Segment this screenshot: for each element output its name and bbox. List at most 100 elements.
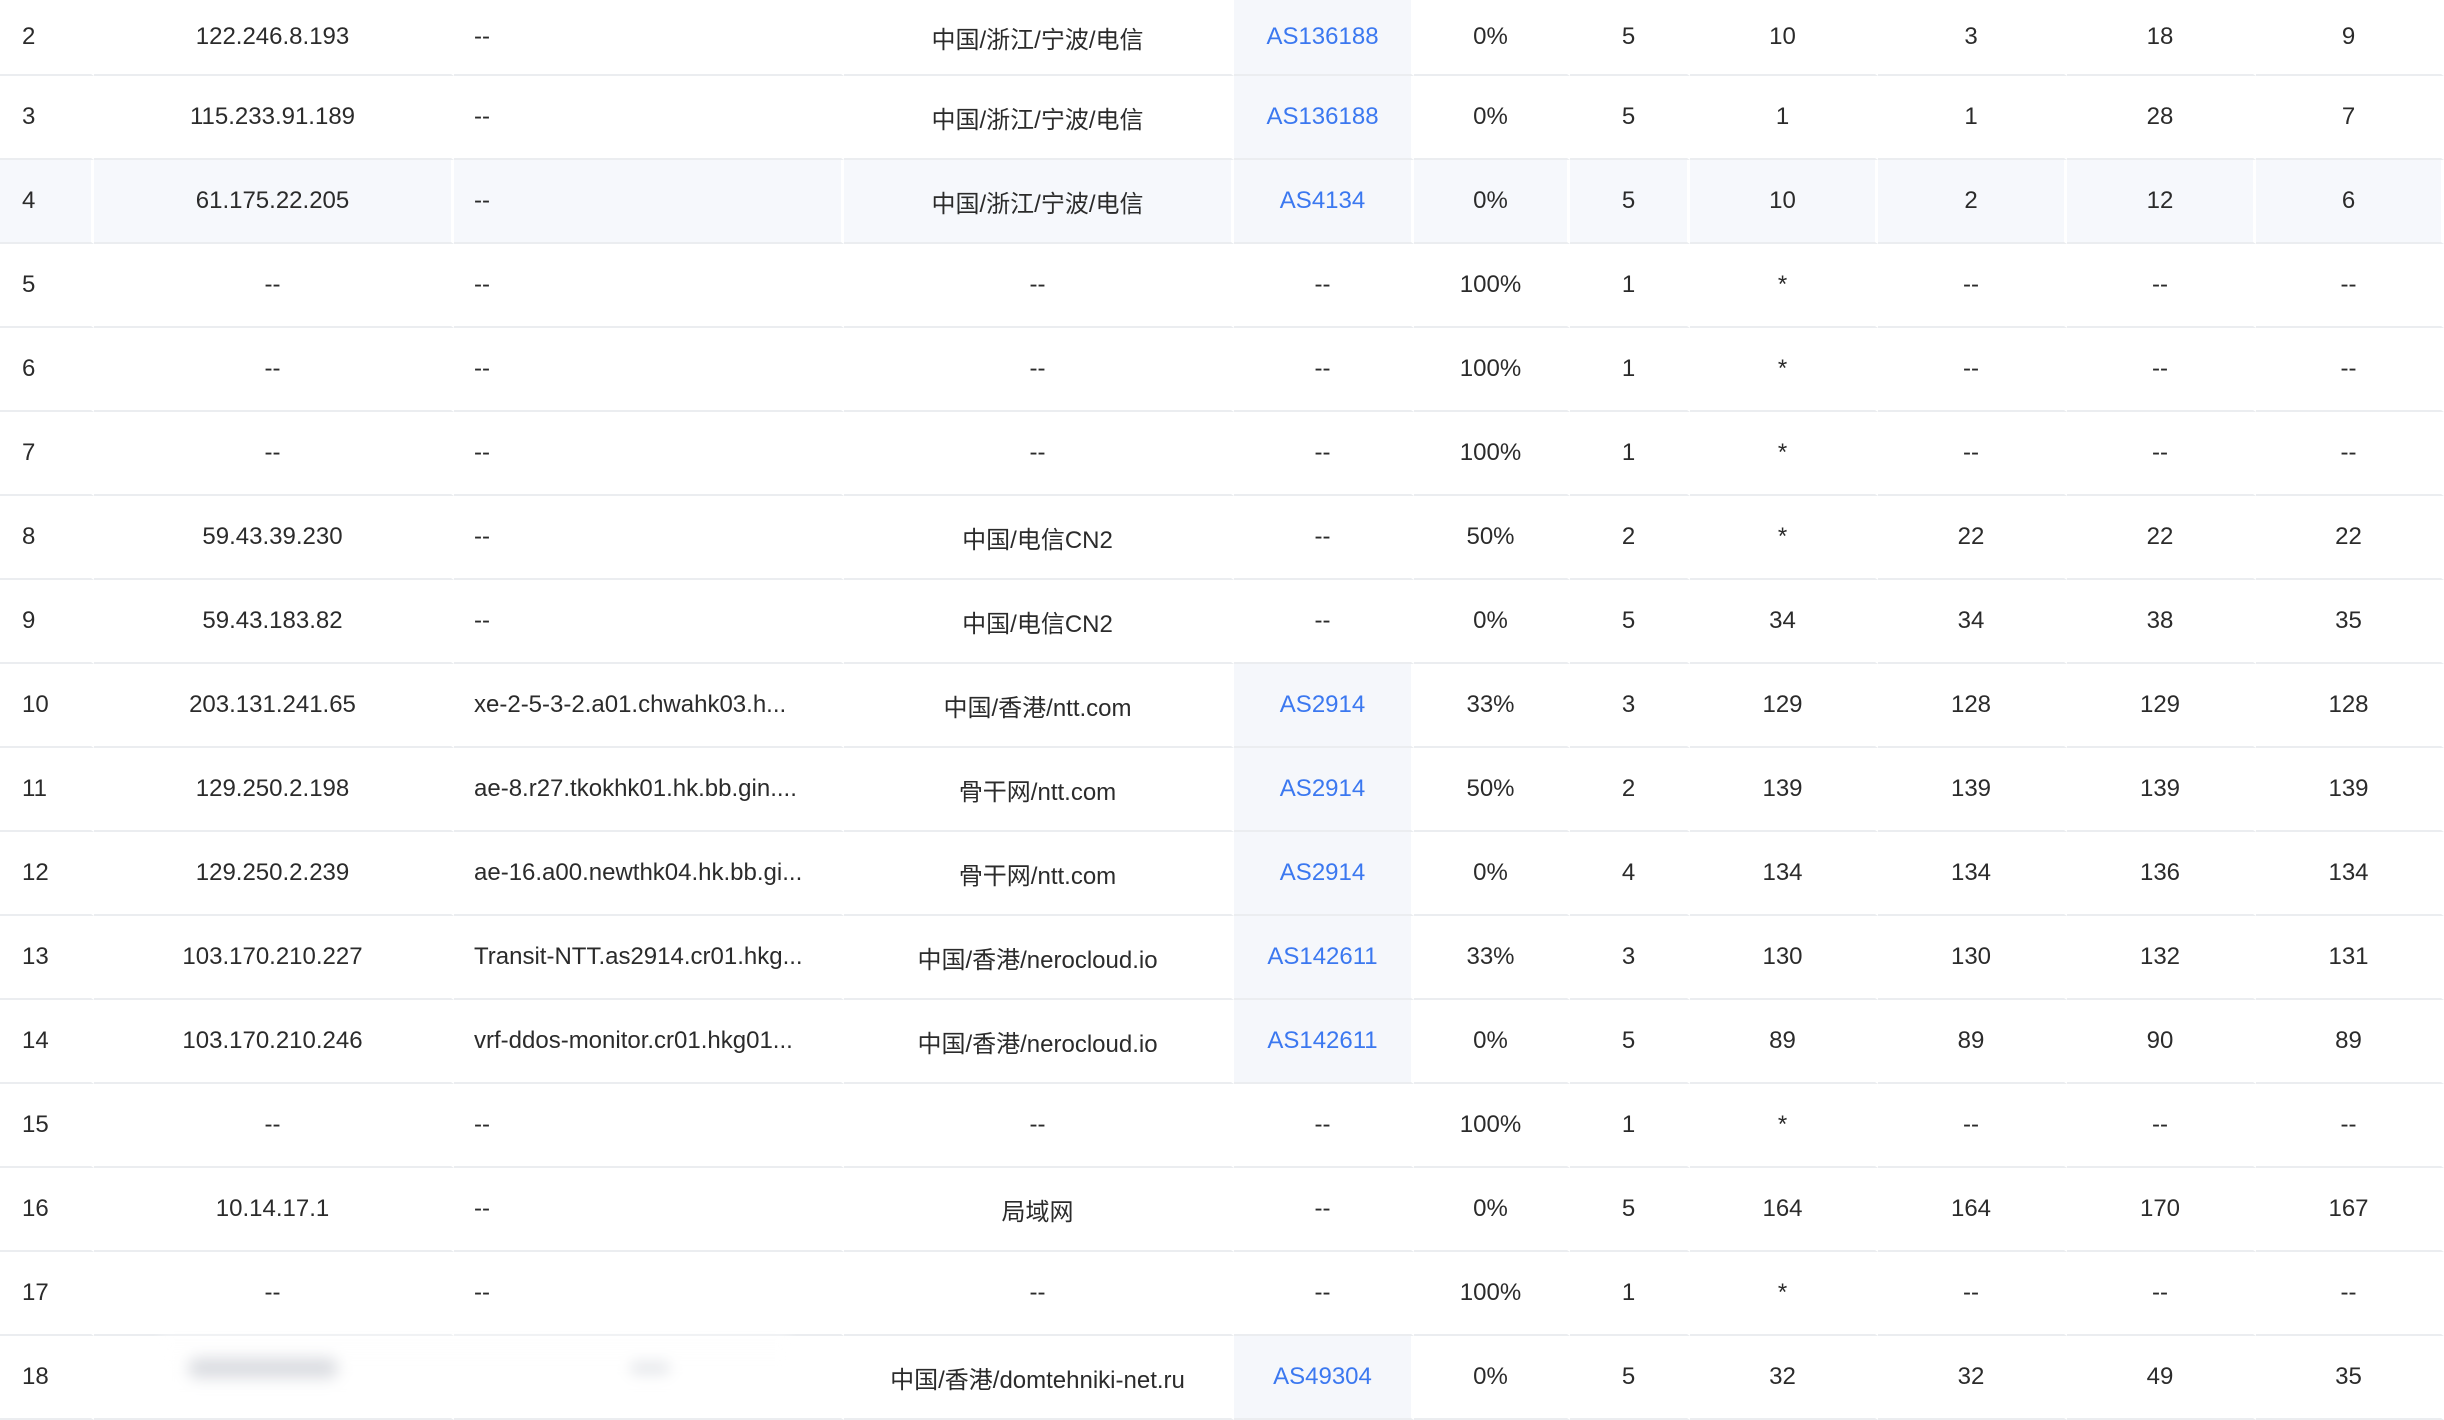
- ip-address-cell: 115.233.91.189: [94, 76, 454, 160]
- ip-address-cell: 129.250.2.198: [94, 748, 454, 832]
- hop-number-cell: 8: [0, 496, 94, 580]
- packet-loss-cell: 0%: [1414, 0, 1570, 76]
- table-row[interactable]: 14 103.170.210.246 vrf-ddos-monitor.cr01.h…: [0, 1000, 2444, 1084]
- worst-latency-cell: --: [2067, 244, 2256, 328]
- asn-cell: AS2914: [1234, 664, 1414, 748]
- redacted-ip-blur: [160, 1336, 790, 1404]
- hostname-cell: --: [454, 496, 844, 580]
- hop-number-cell: 10: [0, 664, 94, 748]
- location-cell: 中国/电信CN2: [844, 496, 1234, 580]
- table-row[interactable]: 10 203.131.241.65 xe-2-5-3-2.a01.chwahk03.…: [0, 664, 2444, 748]
- location-cell: 局域网: [844, 1168, 1234, 1252]
- worst-latency-cell: 28: [2067, 76, 2256, 160]
- best-latency-cell: 128: [1878, 664, 2067, 748]
- table-row[interactable]: 9 59.43.183.82 -- 中国/电信CN2 -- 0% 5 34 34 38 35: [0, 580, 2444, 664]
- asn-link[interactable]: AS2914: [1280, 691, 1365, 718]
- best-latency-cell: --: [1878, 244, 2067, 328]
- table-row[interactable]: 13 103.170.210.227 Transit-NTT.as2914.cr01…: [0, 916, 2444, 1000]
- asn-link[interactable]: AS142611: [1267, 943, 1377, 970]
- last-latency-cell: *: [1690, 1252, 1878, 1336]
- packet-loss-cell: 100%: [1414, 412, 1570, 496]
- table-row[interactable]: 8 59.43.39.230 -- 中国/电信CN2 -- 50% 2 * 22 22 22: [0, 496, 2444, 580]
- packet-loss-cell: 33%: [1414, 664, 1570, 748]
- asn-cell: AS142611: [1234, 916, 1414, 1000]
- hostname-cell: xe-2-5-3-2.a01.chwahk03.h...: [454, 664, 844, 748]
- location-cell: --: [844, 328, 1234, 412]
- hostname-cell: --: [454, 160, 844, 244]
- packet-loss-cell: 0%: [1414, 1336, 1570, 1420]
- packet-loss-cell: 100%: [1414, 244, 1570, 328]
- table-row[interactable]: 3 115.233.91.189 -- 中国/浙江/宁波/电信 AS136188 0% 5 1…: [0, 76, 2444, 160]
- table-row[interactable]: 2 122.246.8.193 -- 中国/浙江/宁波/电信 AS136188 0% 5 10…: [0, 0, 2444, 76]
- packet-loss-cell: 100%: [1414, 1084, 1570, 1168]
- asn-cell: AS49304: [1234, 1336, 1414, 1420]
- ip-address-cell: --: [94, 1084, 454, 1168]
- table-row[interactable]: 17 -- -- -- -- 100% 1 * -- -- --: [0, 1252, 2444, 1336]
- ip-address-cell: 59.43.183.82: [94, 580, 454, 664]
- table-row[interactable]: 5 -- -- -- -- 100% 1 * -- -- --: [0, 244, 2444, 328]
- worst-latency-cell: 38: [2067, 580, 2256, 664]
- hostname-cell: --: [454, 328, 844, 412]
- asn-link[interactable]: AS136188: [1266, 103, 1378, 130]
- asn-cell: --: [1234, 244, 1414, 328]
- hop-number-cell: 5: [0, 244, 94, 328]
- worst-latency-cell: 90: [2067, 1000, 2256, 1084]
- hostname-cell: --: [454, 244, 844, 328]
- best-latency-cell: 32: [1878, 1336, 2067, 1420]
- last-latency-cell: 134: [1690, 832, 1878, 916]
- best-latency-cell: 89: [1878, 1000, 2067, 1084]
- table-row[interactable]: 11 129.250.2.198 ae-8.r27.tkokhk01.hk.bb.g…: [0, 748, 2444, 832]
- table-row[interactable]: 4 61.175.22.205 -- 中国/浙江/宁波/电信 AS4134 0% 5 10 2 1…: [0, 160, 2444, 244]
- last-latency-cell: 139: [1690, 748, 1878, 832]
- packet-loss-cell: 100%: [1414, 1252, 1570, 1336]
- traceroute-table-body: 2 122.246.8.193 -- 中国/浙江/宁波/电信 AS136188 0% 5 10…: [0, 0, 2444, 1420]
- sent-count-cell: 1: [1570, 244, 1690, 328]
- asn-link[interactable]: AS136188: [1266, 23, 1378, 50]
- best-latency-cell: --: [1878, 328, 2067, 412]
- worst-latency-cell: 22: [2067, 496, 2256, 580]
- asn-link[interactable]: AS2914: [1280, 775, 1365, 802]
- table-row[interactable]: 6 -- -- -- -- 100% 1 * -- -- --: [0, 328, 2444, 412]
- hostname-cell: --: [454, 0, 844, 76]
- table-row[interactable]: 15 -- -- -- -- 100% 1 * -- -- --: [0, 1084, 2444, 1168]
- location-cell: 骨干网/ntt.com: [844, 748, 1234, 832]
- hop-number-cell: 4: [0, 160, 94, 244]
- sent-count-cell: 3: [1570, 916, 1690, 1000]
- sent-count-cell: 5: [1570, 580, 1690, 664]
- best-latency-cell: 1: [1878, 76, 2067, 160]
- sent-count-cell: 5: [1570, 0, 1690, 76]
- asn-cell: --: [1234, 328, 1414, 412]
- ip-address-cell: 61.175.22.205: [94, 160, 454, 244]
- hostname-cell: vrf-ddos-monitor.cr01.hkg01...: [454, 1000, 844, 1084]
- location-cell: 中国/浙江/宁波/电信: [844, 0, 1234, 76]
- sent-count-cell: 5: [1570, 1000, 1690, 1084]
- sent-count-cell: 5: [1570, 1336, 1690, 1420]
- asn-cell: AS4134: [1234, 160, 1414, 244]
- ip-address-cell: 10.14.17.1: [94, 1168, 454, 1252]
- ip-address-cell: --: [94, 1252, 454, 1336]
- hop-number-cell: 13: [0, 916, 94, 1000]
- location-cell: --: [844, 244, 1234, 328]
- last-latency-cell: 10: [1690, 160, 1878, 244]
- table-row[interactable]: 7 -- -- -- -- 100% 1 * -- -- --: [0, 412, 2444, 496]
- packet-loss-cell: 100%: [1414, 328, 1570, 412]
- asn-link[interactable]: AS49304: [1273, 1363, 1372, 1390]
- ip-address-cell: --: [94, 412, 454, 496]
- ip-address-cell: --: [94, 244, 454, 328]
- best-latency-cell: 22: [1878, 496, 2067, 580]
- worst-latency-cell: --: [2067, 1084, 2256, 1168]
- best-latency-cell: 34: [1878, 580, 2067, 664]
- location-cell: 中国/香港/nerocloud.io: [844, 916, 1234, 1000]
- avg-latency-cell: --: [2256, 328, 2444, 412]
- asn-link[interactable]: AS2914: [1280, 859, 1365, 886]
- asn-link[interactable]: AS4134: [1280, 187, 1365, 214]
- asn-link[interactable]: AS142611: [1267, 1027, 1377, 1054]
- worst-latency-cell: 129: [2067, 664, 2256, 748]
- avg-latency-cell: 6: [2256, 160, 2444, 244]
- hostname-cell: --: [454, 1168, 844, 1252]
- last-latency-cell: 89: [1690, 1000, 1878, 1084]
- worst-latency-cell: --: [2067, 1252, 2256, 1336]
- table-row[interactable]: 16 10.14.17.1 -- 局域网 -- 0% 5 164 164 170 167: [0, 1168, 2444, 1252]
- table-row[interactable]: 12 129.250.2.239 ae-16.a00.newthk04.hk.bb.…: [0, 832, 2444, 916]
- hostname-cell: --: [454, 412, 844, 496]
